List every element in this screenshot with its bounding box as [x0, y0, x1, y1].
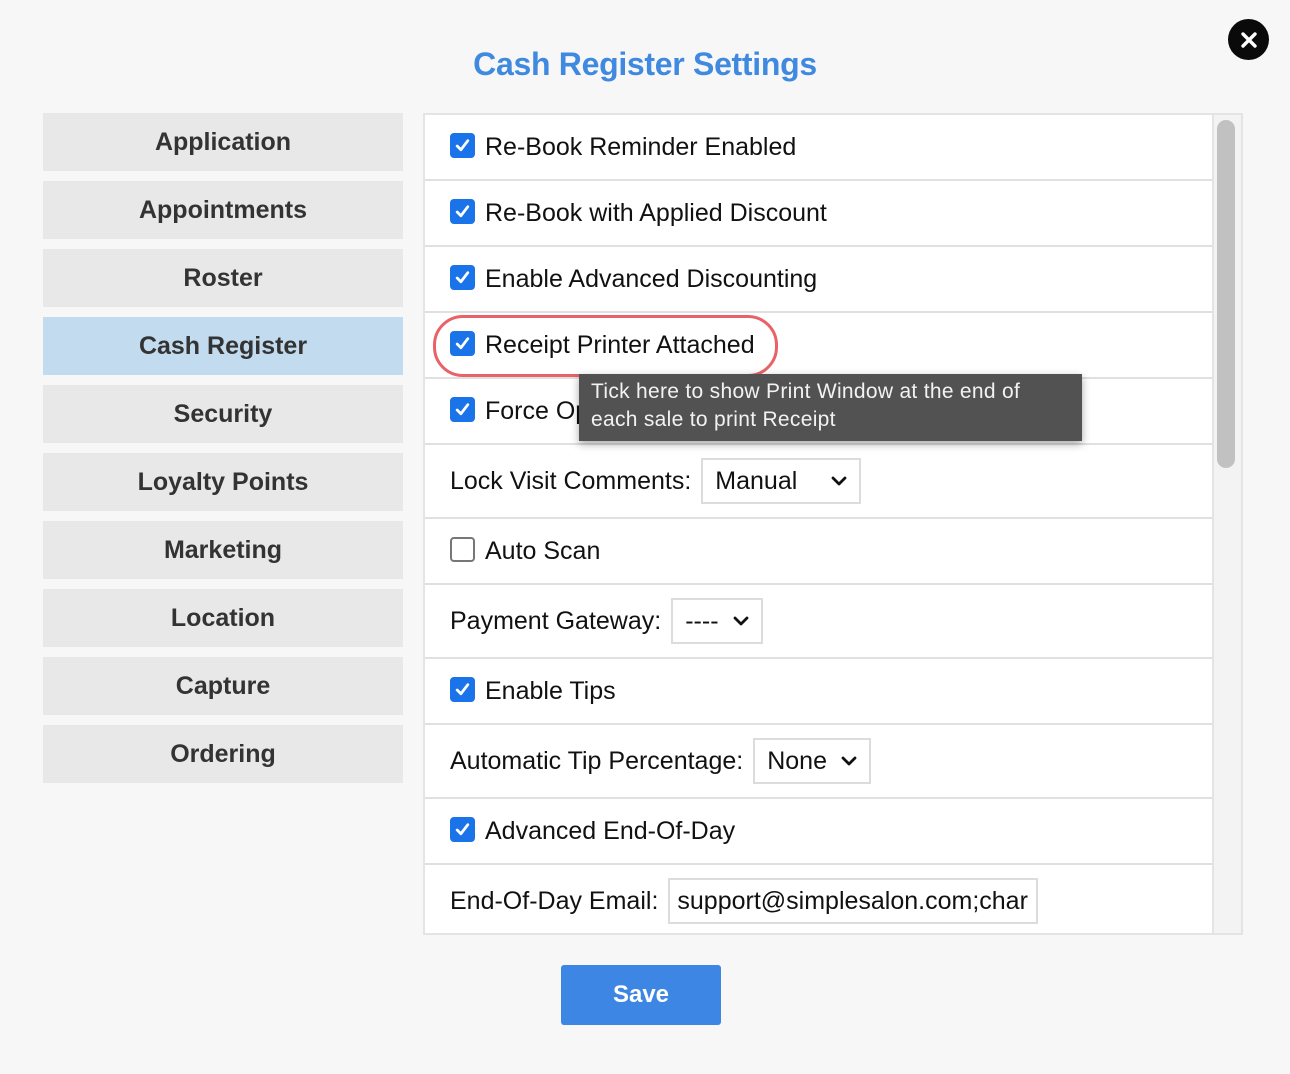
- rebook-reminder-checkbox[interactable]: [450, 132, 475, 158]
- setting-row-auto-tip-percentage: Automatic Tip Percentage: None: [425, 725, 1212, 799]
- lock-visit-comments-label: Lock Visit Comments:: [450, 466, 692, 495]
- rebook-discount-label: Re-Book with Applied Discount: [485, 198, 827, 227]
- auto-tip-percentage-value: None: [767, 746, 827, 775]
- setting-row-payment-gateway: Payment Gateway: ----: [425, 585, 1212, 659]
- advanced-eod-label: Advanced End-Of-Day: [485, 816, 736, 845]
- checkmark-icon: [455, 682, 470, 695]
- advanced-discounting-checkbox[interactable]: [450, 264, 475, 290]
- advanced-discounting-label: Enable Advanced Discounting: [485, 264, 818, 293]
- settings-sidebar: Application Appointments Roster Cash Reg…: [43, 113, 403, 793]
- chevron-down-icon: [733, 616, 748, 626]
- setting-row-rebook-discount: Re-Book with Applied Discount: [425, 181, 1212, 247]
- setting-row-rebook-reminder: Re-Book Reminder Enabled: [425, 115, 1212, 181]
- setting-row-eod-email: End-Of-Day Email: support@simplesalon.co…: [425, 865, 1212, 933]
- setting-row-enable-tips: Enable Tips: [425, 659, 1212, 725]
- sidebar-item-application[interactable]: Application: [43, 113, 403, 171]
- rebook-reminder-label: Re-Book Reminder Enabled: [485, 132, 797, 161]
- page-title: Cash Register Settings: [473, 46, 817, 82]
- tooltip-line-2: each sale to print Receipt: [591, 408, 836, 431]
- sidebar-item-location[interactable]: Location: [43, 589, 403, 647]
- setting-row-receipt-printer: Receipt Printer Attached: [425, 313, 1212, 379]
- sidebar-item-ordering[interactable]: Ordering: [43, 725, 403, 783]
- checkmark-icon: [455, 336, 470, 349]
- payment-gateway-value: ----: [685, 606, 719, 635]
- checkmark-icon: [455, 204, 470, 217]
- auto-tip-percentage-select[interactable]: None: [753, 738, 871, 784]
- tooltip-line-1: Tick here to show Print Window at the en…: [591, 380, 1021, 403]
- lock-visit-comments-value: Manual: [715, 466, 798, 495]
- chevron-down-icon: [841, 756, 857, 766]
- force-option-label: Force Op: [485, 396, 590, 425]
- settings-panel: Re-Book Reminder Enabled Re-Book with Ap…: [423, 113, 1243, 935]
- sidebar-item-cash-register[interactable]: Cash Register: [43, 317, 403, 375]
- chevron-down-icon: [831, 476, 847, 486]
- checkmark-icon: [455, 822, 470, 835]
- advanced-eod-checkbox[interactable]: [450, 816, 475, 842]
- rebook-discount-checkbox[interactable]: [450, 198, 475, 224]
- cash-register-settings-dialog: Cash Register Settings Application Appoi…: [0, 0, 1290, 1074]
- payment-gateway-select[interactable]: ----: [671, 598, 763, 644]
- auto-scan-checkbox[interactable]: [450, 536, 475, 562]
- close-button[interactable]: [1228, 19, 1269, 60]
- checkmark-icon: [455, 270, 470, 283]
- auto-scan-label: Auto Scan: [485, 536, 601, 565]
- checkmark-icon: [455, 138, 470, 151]
- sidebar-item-capture[interactable]: Capture: [43, 657, 403, 715]
- eod-email-label: End-Of-Day Email:: [450, 886, 659, 915]
- setting-row-advanced-eod: Advanced End-Of-Day: [425, 799, 1212, 865]
- sidebar-item-security[interactable]: Security: [43, 385, 403, 443]
- checkmark-icon: [455, 402, 470, 415]
- setting-row-lock-visit-comments: Lock Visit Comments: Manual: [425, 445, 1212, 519]
- receipt-printer-checkbox[interactable]: [450, 330, 475, 356]
- sidebar-item-marketing[interactable]: Marketing: [43, 521, 403, 579]
- settings-list: Re-Book Reminder Enabled Re-Book with Ap…: [425, 115, 1214, 933]
- setting-row-auto-scan: Auto Scan: [425, 519, 1212, 585]
- close-icon: [1240, 31, 1257, 48]
- sidebar-item-loyalty-points[interactable]: Loyalty Points: [43, 453, 403, 511]
- payment-gateway-label: Payment Gateway:: [450, 606, 662, 635]
- auto-tip-percentage-label: Automatic Tip Percentage:: [450, 746, 744, 775]
- receipt-printer-label: Receipt Printer Attached: [485, 330, 755, 359]
- enable-tips-checkbox[interactable]: [450, 676, 475, 702]
- settings-scrollbar-thumb[interactable]: [1217, 120, 1235, 468]
- enable-tips-label: Enable Tips: [485, 676, 616, 705]
- lock-visit-comments-select[interactable]: Manual: [701, 458, 862, 504]
- sidebar-item-roster[interactable]: Roster: [43, 249, 403, 307]
- setting-row-advanced-discounting: Enable Advanced Discounting: [425, 247, 1212, 313]
- sidebar-item-appointments[interactable]: Appointments: [43, 181, 403, 239]
- receipt-printer-tooltip: Tick here to show Print Window at the en…: [579, 374, 1082, 441]
- save-button[interactable]: Save: [561, 965, 721, 1025]
- eod-email-input[interactable]: support@simplesalon.com;char: [668, 878, 1039, 924]
- force-option-checkbox[interactable]: [450, 396, 475, 422]
